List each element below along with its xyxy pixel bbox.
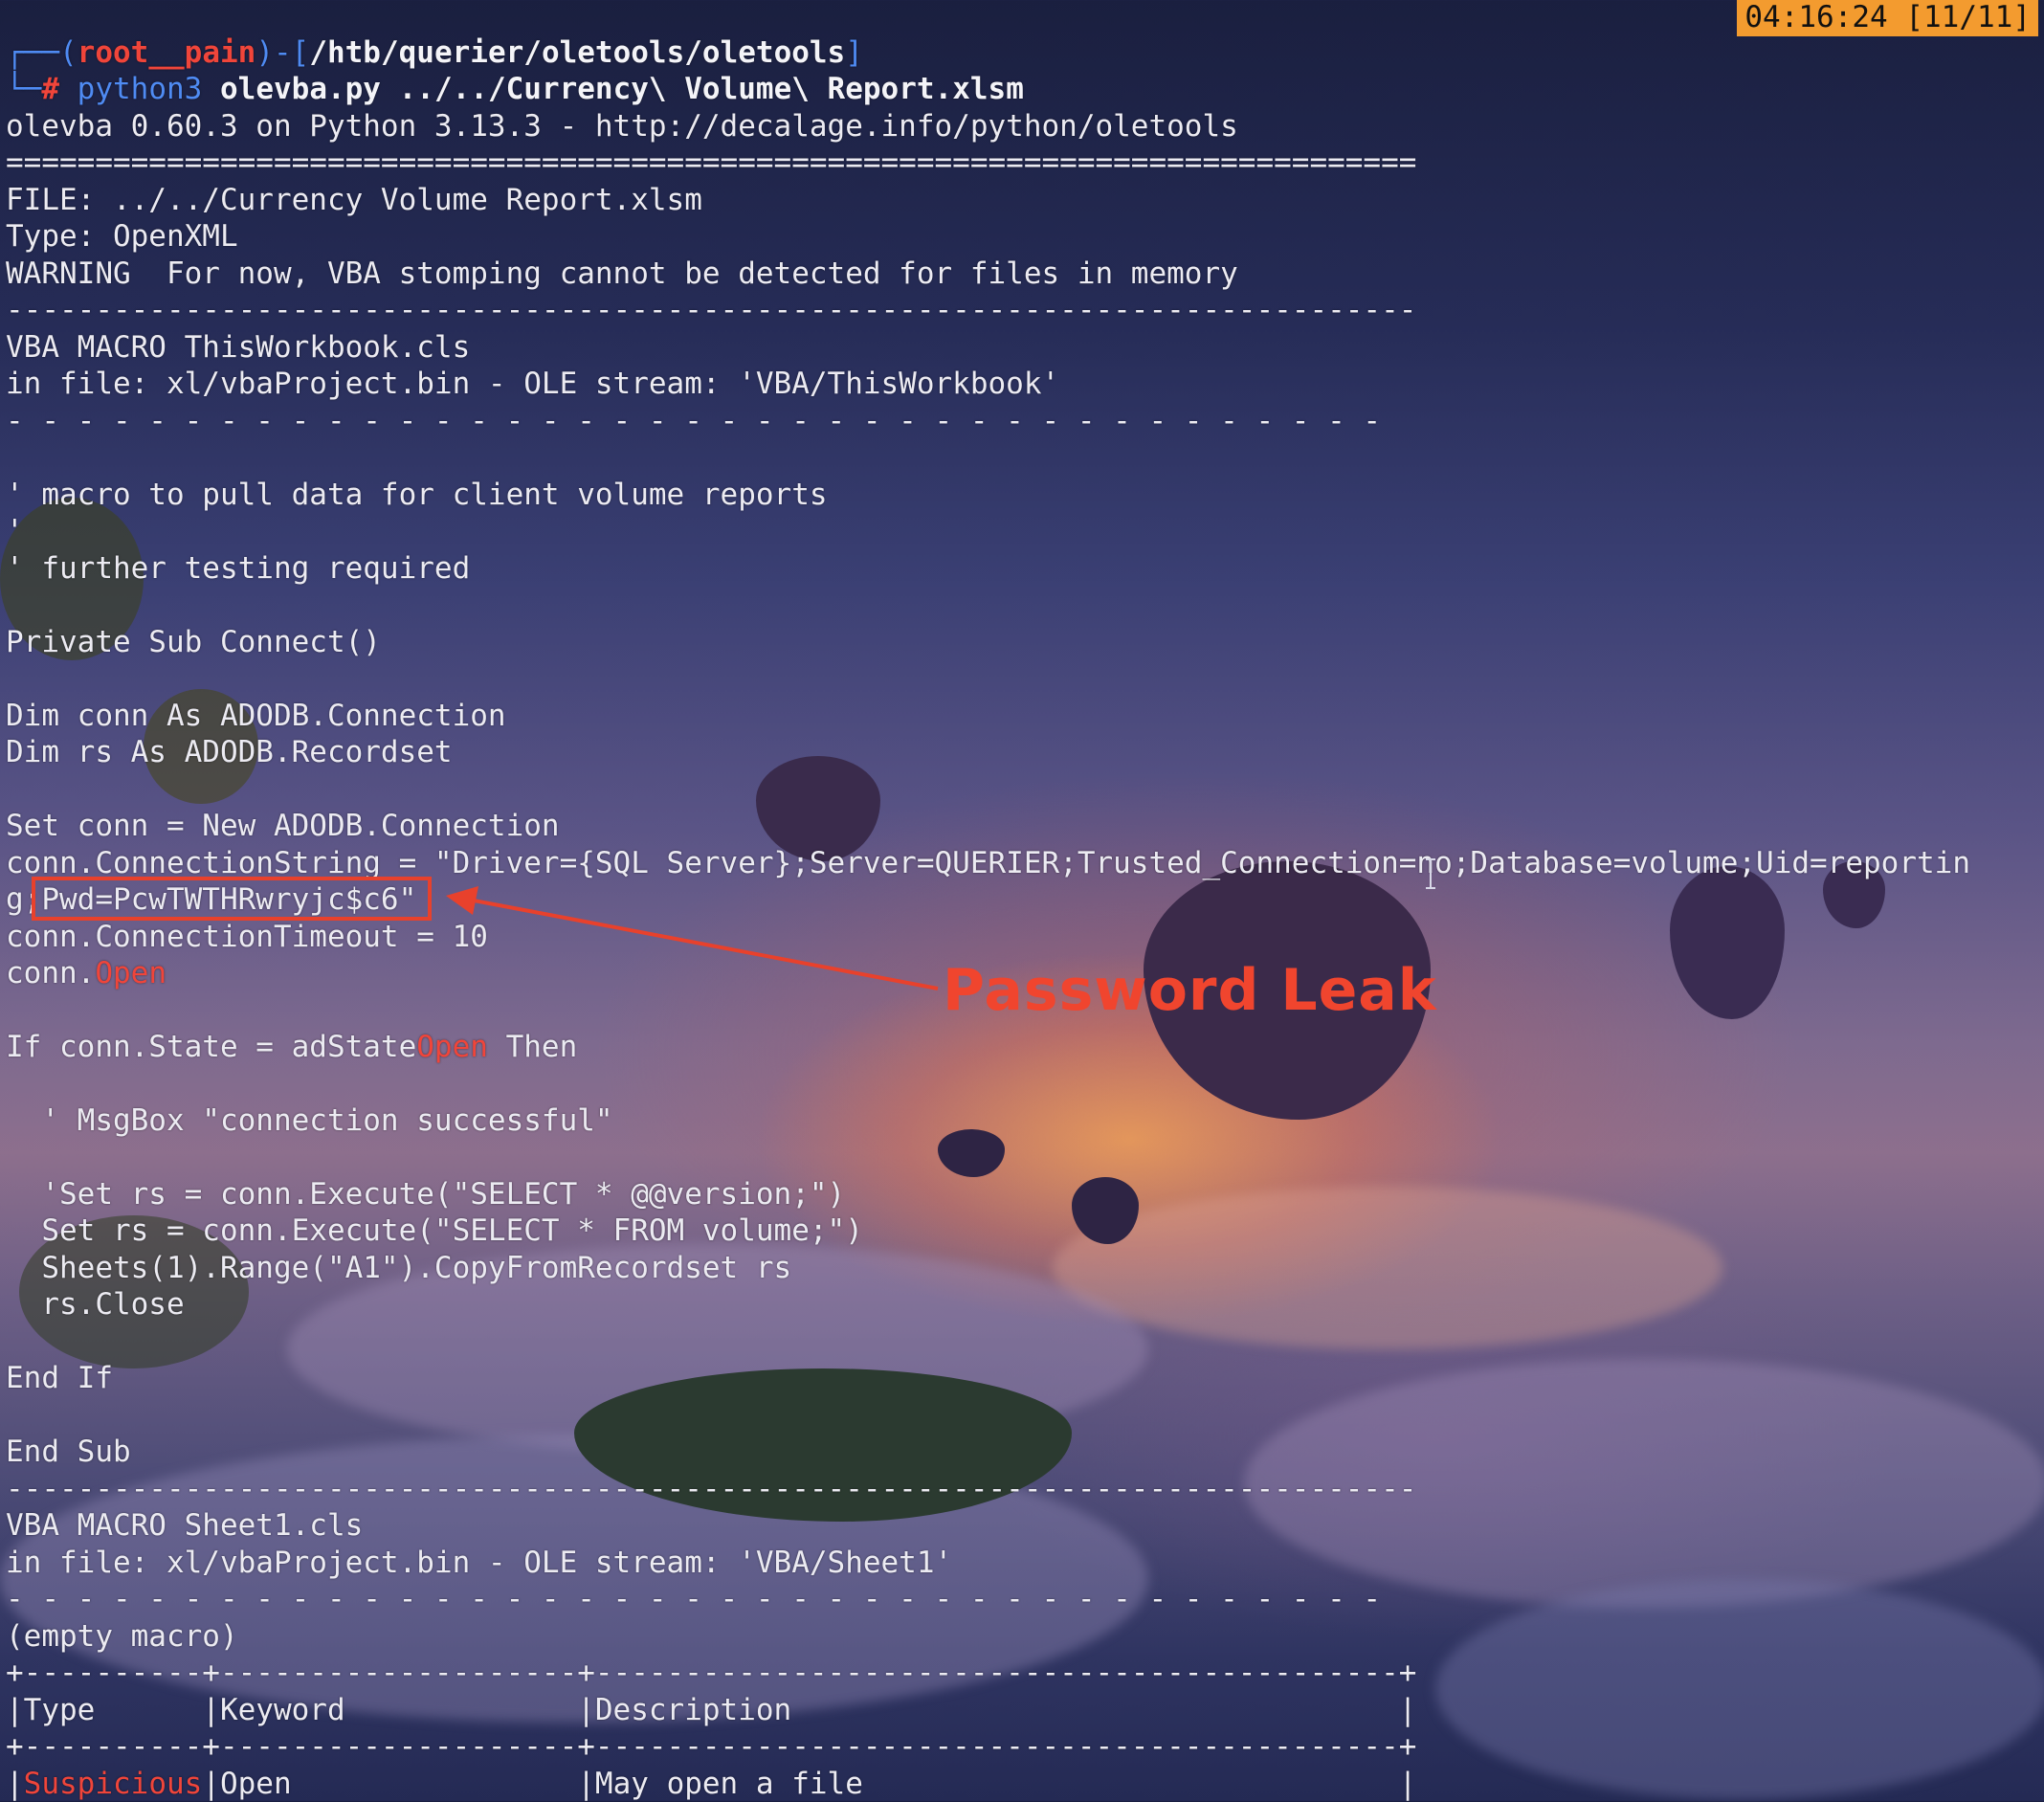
text-cursor-icon — [1426, 858, 1435, 889]
annotation-arrow — [446, 886, 939, 990]
password-leak-label: Password Leak — [943, 957, 1437, 1024]
